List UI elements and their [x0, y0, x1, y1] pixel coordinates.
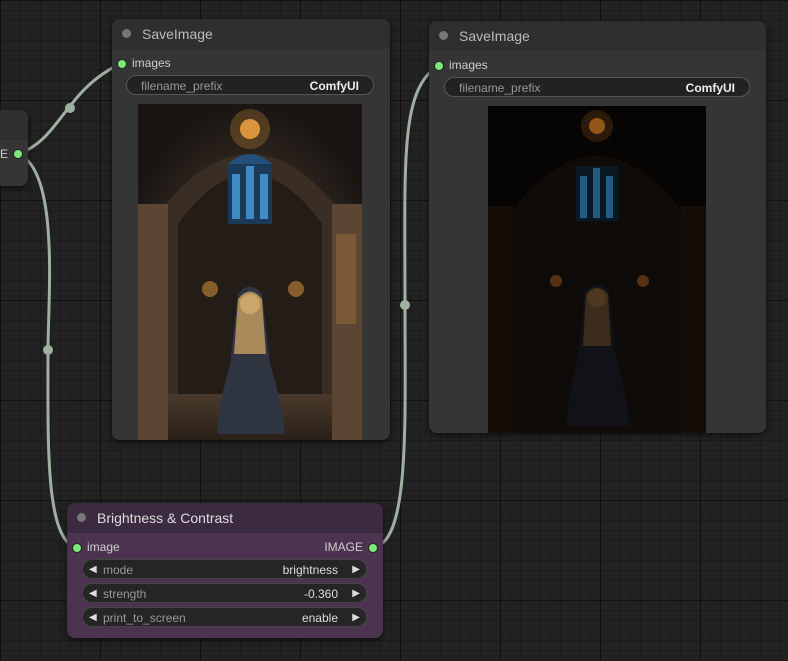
link-midpoint-dot	[43, 345, 53, 355]
arrow-right-icon[interactable]: ▶	[352, 560, 360, 580]
collapse-dot-icon[interactable]	[77, 513, 86, 522]
arrow-left-icon[interactable]: ◀	[89, 560, 97, 580]
input-slot[interactable]	[117, 59, 127, 69]
output-label: E	[0, 147, 9, 161]
filename-prefix-widget[interactable]: filename_prefix ComfyUI	[444, 77, 750, 97]
gothic-hall-image	[138, 104, 362, 440]
link-midpoint-dot	[400, 300, 410, 310]
widget-value: enable	[301, 611, 338, 625]
widget-label: filename_prefix	[141, 79, 223, 93]
input-label: images	[449, 58, 488, 72]
save-image-node-1[interactable]: SaveImage images filename_prefix ComfyUI	[112, 19, 390, 440]
mode-combo-widget[interactable]: ◀ mode brightness ▶	[82, 559, 367, 579]
widget-value: -0.360	[303, 587, 338, 601]
collapse-dot-icon[interactable]	[122, 29, 131, 38]
image-preview[interactable]	[488, 106, 706, 433]
input-row: images	[429, 54, 766, 76]
strength-number-widget[interactable]: ◀ strength -0.360 ▶	[82, 583, 367, 603]
left-partial-node[interactable]: E	[0, 110, 28, 186]
input-slot[interactable]	[72, 543, 82, 553]
arrow-right-icon[interactable]: ▶	[352, 584, 360, 604]
save-image-node-2[interactable]: SaveImage images filename_prefix ComfyUI	[429, 21, 766, 433]
widget-label: print_to_screen	[103, 611, 186, 625]
arrow-left-icon[interactable]: ◀	[89, 584, 97, 604]
arrow-left-icon[interactable]: ◀	[89, 608, 97, 628]
brightness-contrast-node[interactable]: Brightness & Contrast image IMAGE ◀ mode…	[67, 503, 383, 638]
widget-label: mode	[103, 563, 134, 577]
node-title: Brightness & Contrast	[97, 510, 234, 526]
node-title-bar[interactable]: SaveImage	[429, 21, 766, 51]
gothic-hall-image-dark	[488, 106, 706, 433]
node-title: SaveImage	[142, 26, 213, 42]
output-slot[interactable]	[13, 149, 23, 159]
io-row: image IMAGE	[67, 536, 383, 558]
link-midpoint-dot	[65, 103, 75, 113]
filename-prefix-widget[interactable]: filename_prefix ComfyUI	[126, 75, 374, 95]
print-to-screen-combo-widget[interactable]: ◀ print_to_screen enable ▶	[82, 607, 367, 627]
output-slot[interactable]	[368, 543, 378, 553]
input-label: images	[132, 56, 171, 70]
widget-value: ComfyUI	[685, 81, 735, 95]
widget-label: strength	[103, 587, 147, 601]
arrow-right-icon[interactable]: ▶	[352, 608, 360, 628]
image-preview[interactable]	[138, 104, 362, 440]
widget-label: filename_prefix	[459, 81, 541, 95]
node-title-bar[interactable]: SaveImage	[112, 19, 390, 49]
widget-value: ComfyUI	[309, 79, 359, 93]
node-title-bar[interactable]: Brightness & Contrast	[67, 503, 383, 533]
output-label: IMAGE	[324, 540, 363, 554]
input-slot[interactable]	[434, 61, 444, 71]
left-partial-node-title	[0, 110, 28, 140]
input-label: image	[87, 540, 120, 554]
widget-value: brightness	[282, 563, 338, 577]
collapse-dot-icon[interactable]	[439, 31, 448, 40]
node-title: SaveImage	[459, 28, 530, 44]
input-row: images	[112, 52, 390, 74]
